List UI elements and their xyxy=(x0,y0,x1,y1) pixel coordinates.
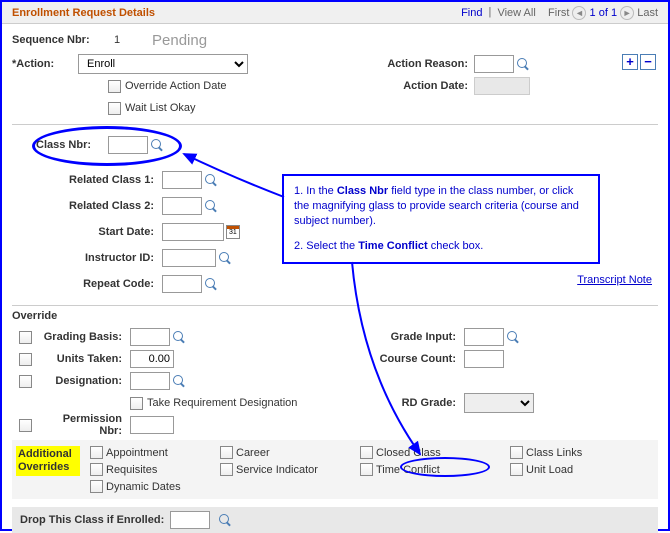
permission-nbr-input[interactable] xyxy=(130,416,174,434)
last-label: Last xyxy=(637,6,658,18)
service-indicator-checkbox[interactable] xyxy=(220,463,233,476)
start-date-input[interactable] xyxy=(162,223,224,241)
prev-arrow-icon[interactable]: ◄ xyxy=(572,6,586,20)
lookup-icon[interactable] xyxy=(172,374,186,388)
wait-list-okay-checkbox[interactable] xyxy=(108,102,121,115)
closed-class-checkbox[interactable] xyxy=(360,446,373,459)
repeat-code-label: Repeat Code: xyxy=(62,278,162,290)
lookup-icon[interactable] xyxy=(204,199,218,213)
start-date-label: Start Date: xyxy=(62,226,162,238)
take-req-designation-label: Take Requirement Designation xyxy=(147,397,297,409)
instructor-id-input[interactable] xyxy=(162,249,216,267)
unit-load-checkbox[interactable] xyxy=(510,463,523,476)
closed-class-label: Closed Class xyxy=(376,447,441,459)
related-class-2-label: Related Class 2: xyxy=(62,200,162,212)
lookup-icon[interactable] xyxy=(204,173,218,187)
career-checkbox[interactable] xyxy=(220,446,233,459)
units-taken-label: Units Taken: xyxy=(38,353,130,365)
dynamic-dates-checkbox[interactable] xyxy=(90,480,103,493)
action-reason-label: Action Reason: xyxy=(382,58,474,70)
requisites-label: Requisites xyxy=(106,464,157,476)
section-title: Enrollment Request Details xyxy=(12,7,155,19)
additional-overrides-label: Additional Overrides xyxy=(16,446,80,476)
next-arrow-icon[interactable]: ► xyxy=(620,6,634,20)
permission-nbr-override-checkbox[interactable] xyxy=(19,419,32,432)
grading-basis-label: Grading Basis: xyxy=(38,331,130,343)
lookup-icon[interactable] xyxy=(218,251,232,265)
status-text: Pending xyxy=(152,32,207,49)
lookup-icon[interactable] xyxy=(516,57,530,71)
course-count-input[interactable] xyxy=(464,350,504,368)
class-nbr-label: Class Nbr: xyxy=(36,139,108,151)
add-row-button[interactable]: + xyxy=(622,54,638,70)
rd-grade-select[interactable] xyxy=(464,393,534,413)
time-conflict-checkbox[interactable] xyxy=(360,463,373,476)
drop-this-class-input[interactable] xyxy=(170,511,210,529)
grade-input-label: Grade Input: xyxy=(372,331,464,343)
delete-row-button[interactable]: − xyxy=(640,54,656,70)
override-title: Override xyxy=(12,310,658,322)
rd-grade-label: RD Grade: xyxy=(372,397,464,409)
take-req-designation-checkbox[interactable] xyxy=(130,397,143,410)
related-class-1-input[interactable] xyxy=(162,171,202,189)
sequence-nbr-value: 1 xyxy=(102,34,132,46)
lookup-icon[interactable] xyxy=(172,330,186,344)
calendar-icon[interactable] xyxy=(226,225,240,239)
related-class-1-label: Related Class 1: xyxy=(62,174,162,186)
find-link[interactable]: Find xyxy=(461,6,482,18)
lookup-icon[interactable] xyxy=(150,138,164,152)
action-reason-input[interactable] xyxy=(474,55,514,73)
units-taken-override-checkbox[interactable] xyxy=(19,353,32,366)
record-position: 1 of 1 xyxy=(590,6,618,18)
designation-input[interactable] xyxy=(130,372,170,390)
service-indicator-label: Service Indicator xyxy=(236,464,318,476)
action-label: *Action: xyxy=(12,58,78,70)
units-taken-input[interactable] xyxy=(130,350,174,368)
grading-basis-input[interactable] xyxy=(130,328,170,346)
dynamic-dates-label: Dynamic Dates xyxy=(106,481,181,493)
career-label: Career xyxy=(236,447,270,459)
class-nbr-input[interactable] xyxy=(108,136,148,154)
lookup-icon[interactable] xyxy=(204,277,218,291)
wait-list-okay-label: Wait List Okay xyxy=(125,102,196,114)
record-nav: Find | View All First ◄ 1 of 1 ► Last xyxy=(461,6,658,20)
time-conflict-label: Time Conflict xyxy=(376,464,440,476)
class-links-checkbox[interactable] xyxy=(510,446,523,459)
view-all[interactable]: View All xyxy=(497,6,535,18)
requisites-checkbox[interactable] xyxy=(90,463,103,476)
override-action-date-label: Override Action Date xyxy=(125,80,227,92)
permission-nbr-label: Permission Nbr: xyxy=(38,413,130,437)
instructor-id-label: Instructor ID: xyxy=(62,252,162,264)
course-count-label: Course Count: xyxy=(372,353,464,365)
class-links-label: Class Links xyxy=(526,447,582,459)
sequence-nbr-label: Sequence Nbr: xyxy=(12,34,102,46)
instruction-callout: 1. In the Class Nbr field type in the cl… xyxy=(282,174,600,264)
related-class-2-input[interactable] xyxy=(162,197,202,215)
lookup-icon[interactable] xyxy=(506,330,520,344)
grading-basis-override-checkbox[interactable] xyxy=(19,331,32,344)
action-select[interactable]: Enroll xyxy=(78,54,248,74)
first-label: First xyxy=(548,6,569,18)
lookup-icon[interactable] xyxy=(218,513,232,527)
action-date-label: Action Date: xyxy=(382,80,474,92)
action-date-value xyxy=(474,77,530,95)
drop-this-class-label: Drop This Class if Enrolled: xyxy=(20,514,164,526)
grade-input-input[interactable] xyxy=(464,328,504,346)
override-action-date-checkbox[interactable] xyxy=(108,80,121,93)
appointment-checkbox[interactable] xyxy=(90,446,103,459)
repeat-code-input[interactable] xyxy=(162,275,202,293)
designation-override-checkbox[interactable] xyxy=(19,375,32,388)
appointment-label: Appointment xyxy=(106,447,168,459)
unit-load-label: Unit Load xyxy=(526,464,573,476)
designation-label: Designation: xyxy=(38,375,130,387)
transcript-note-link[interactable]: Transcript Note xyxy=(577,274,652,286)
